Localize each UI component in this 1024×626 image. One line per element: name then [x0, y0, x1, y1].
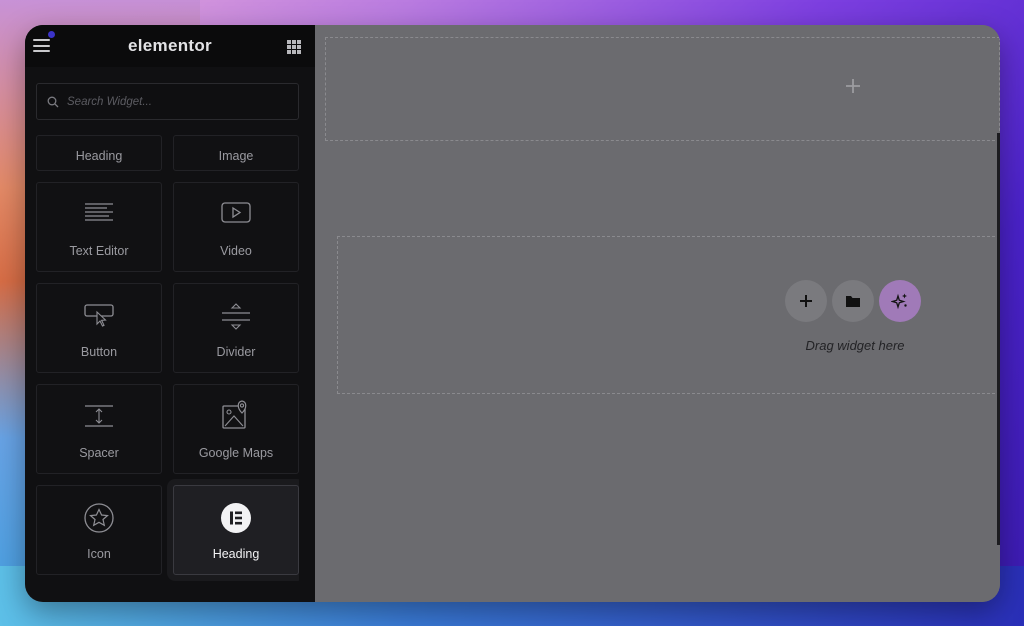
widget-label: Heading	[75, 149, 123, 163]
drag-widget-hint: Drag widget here	[805, 338, 905, 353]
notification-dot	[48, 31, 55, 38]
panel-header: elementor	[25, 25, 315, 67]
editor-window: elementor Heading Image	[25, 25, 1000, 602]
folder-icon	[846, 296, 860, 307]
widget-tile-heading-dragging[interactable]: Heading	[173, 485, 299, 575]
map-icon	[222, 400, 247, 429]
widget-panel: elementor Heading Image	[25, 25, 315, 602]
widget-label: Heading	[212, 547, 260, 561]
elementor-logo-icon	[221, 503, 251, 533]
empty-section-top[interactable]	[325, 37, 1000, 141]
widget-label: Spacer	[79, 446, 119, 460]
elementor-logo: elementor	[128, 36, 212, 55]
divider-icon	[222, 303, 250, 330]
widget-tile-spacer[interactable]: Spacer	[36, 384, 162, 474]
add-section-plus-icon[interactable]	[845, 78, 861, 94]
widget-label: Divider	[216, 345, 256, 359]
add-element-button[interactable]	[785, 280, 827, 322]
widget-tile-icon[interactable]: Icon	[36, 485, 162, 575]
widget-tile-google-maps[interactable]: Google Maps	[173, 384, 299, 474]
hamburger-icon[interactable]	[33, 39, 50, 52]
widget-tile-heading-top[interactable]: Heading	[36, 135, 162, 171]
widget-tile-divider[interactable]: Divider	[173, 283, 299, 373]
widget-tile-video[interactable]: Video	[173, 182, 299, 272]
widget-label: Icon	[87, 547, 111, 561]
widget-label: Button	[80, 345, 118, 359]
search-input[interactable]	[67, 95, 287, 108]
add-template-button[interactable]	[832, 280, 874, 322]
text-editor-icon	[85, 203, 113, 221]
widget-tile-text-editor[interactable]: Text Editor	[36, 182, 162, 272]
video-icon	[221, 202, 251, 223]
search-widget-field[interactable]	[36, 83, 299, 120]
grid-icon[interactable]	[287, 40, 301, 54]
widget-tile-image[interactable]: Image	[173, 135, 299, 171]
ai-sparkle-icon	[891, 293, 907, 310]
widget-tile-button[interactable]: Button	[36, 283, 162, 373]
widget-label: Video	[220, 244, 252, 258]
widget-grid: Heading Image Text Editor Video Button D…	[36, 135, 299, 602]
widget-label: Google Maps	[198, 446, 274, 460]
widget-label: Image	[218, 149, 254, 163]
plus-icon	[800, 295, 812, 307]
editor-canvas: Drag widget here	[315, 25, 1000, 602]
search-icon	[47, 96, 59, 107]
star-icon	[84, 503, 114, 533]
drop-area-actions	[785, 280, 921, 322]
button-icon	[84, 304, 114, 327]
ai-generate-button[interactable]	[879, 280, 921, 322]
spacer-icon	[85, 405, 113, 427]
widget-label: Text Editor	[69, 244, 129, 258]
canvas-scroll-edge	[997, 133, 1000, 545]
